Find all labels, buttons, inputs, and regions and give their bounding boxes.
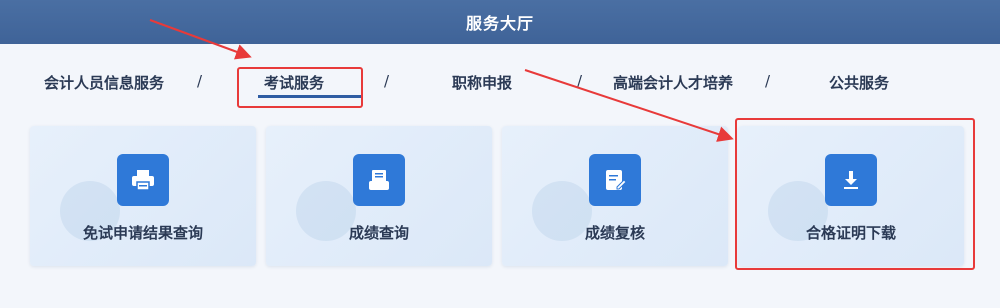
arrow-to-download-card [524,69,734,142]
annotation-arrows [149,19,734,142]
arrow-to-exam-tab [149,19,252,60]
